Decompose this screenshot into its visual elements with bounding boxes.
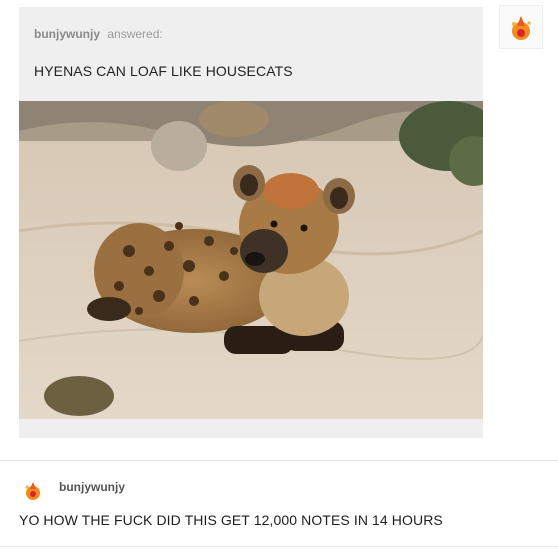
- answer-header: bunjywunjy answered:: [34, 27, 163, 41]
- answer-card: bunjywunjy answered: HYENAS CAN LOAF LIK…: [19, 7, 483, 438]
- hyena-photo-svg: [19, 101, 483, 419]
- blog-avatar-icon: [500, 6, 542, 48]
- reply-text: YO HOW THE FUCK DID THIS GET 12,000 NOTE…: [19, 512, 443, 528]
- reply-username[interactable]: bunjywunjy: [59, 480, 125, 494]
- blog-avatar[interactable]: [499, 5, 543, 49]
- answered-label: answered:: [107, 27, 163, 41]
- question-text: HYENAS CAN LOAF LIKE HOUSECATS: [34, 63, 293, 79]
- reply-avatar-icon: [19, 476, 47, 504]
- hyena-photo: [19, 101, 483, 419]
- reply-avatar[interactable]: [19, 476, 47, 504]
- bottom-divider: [0, 546, 558, 547]
- reply-divider: [0, 460, 558, 461]
- asker-username[interactable]: bunjywunjy: [34, 27, 100, 41]
